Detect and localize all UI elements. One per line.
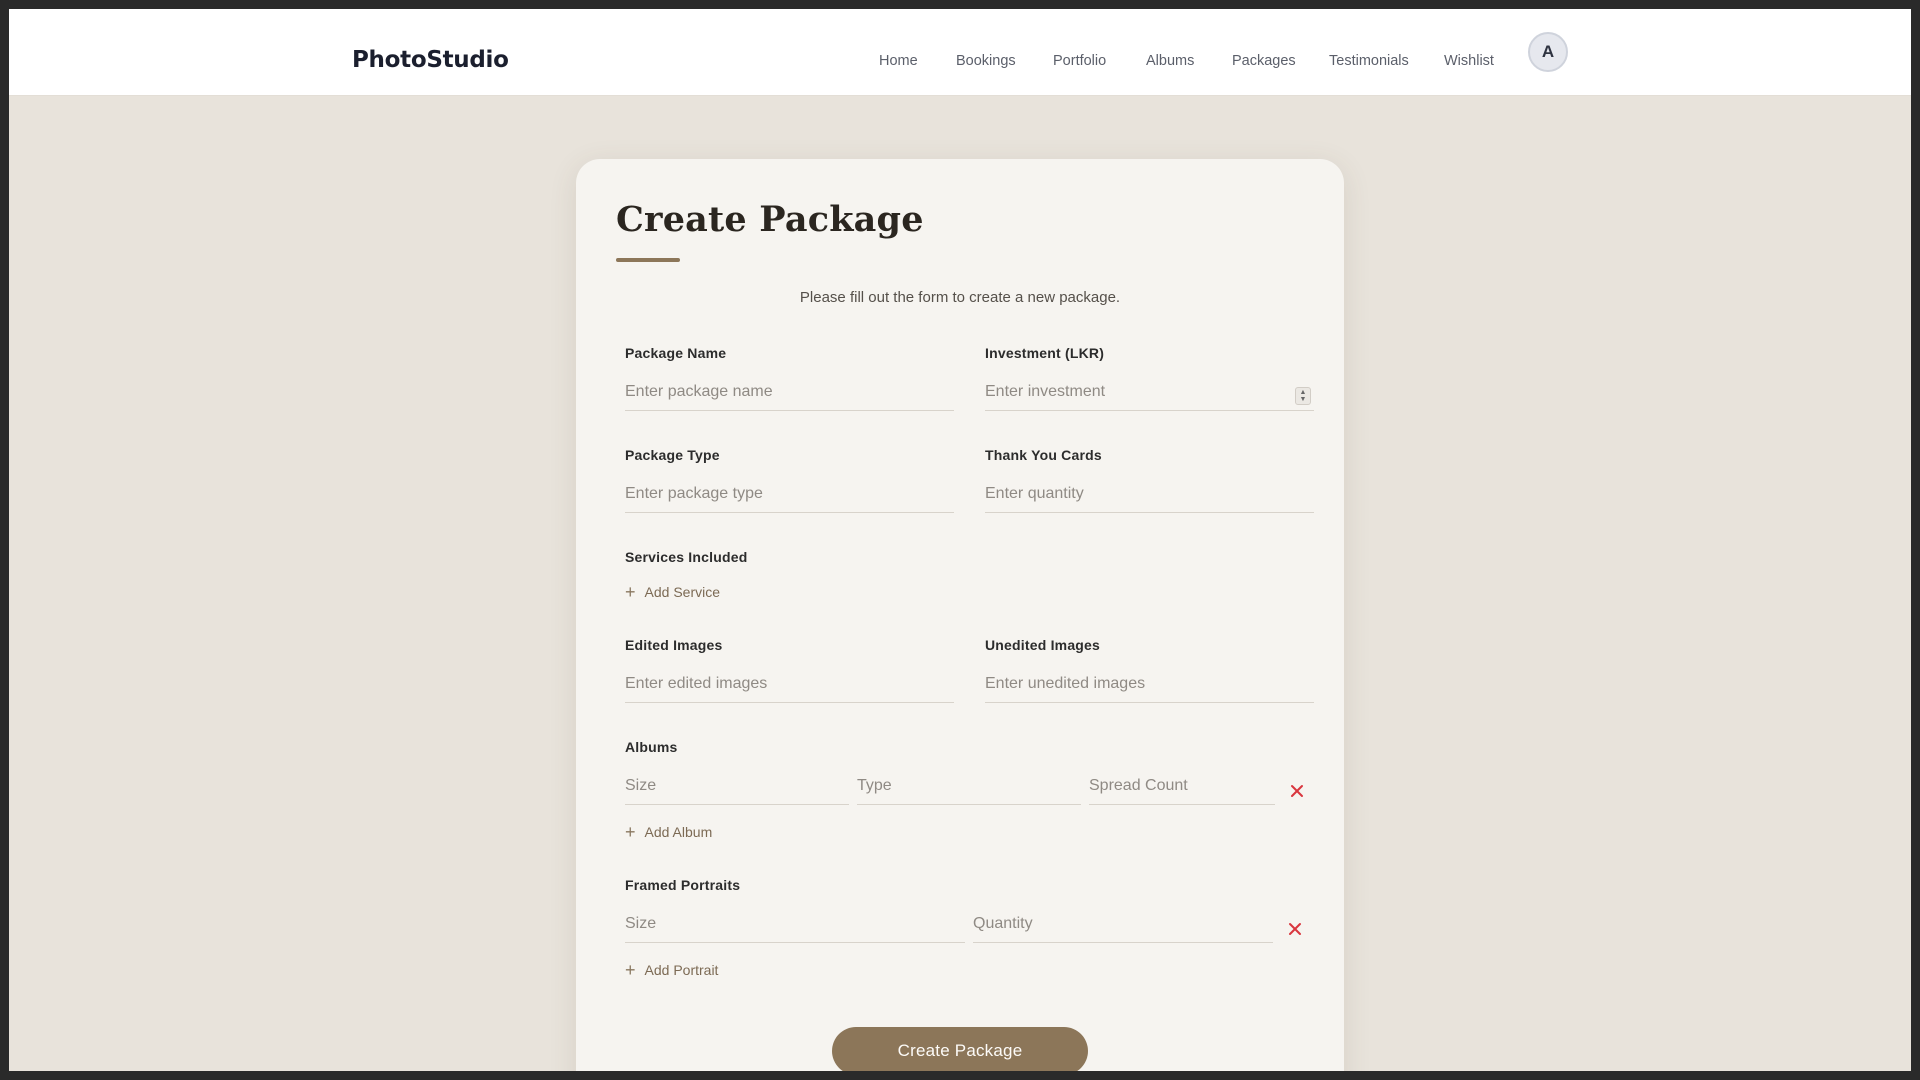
album-size-input[interactable]: [625, 767, 849, 805]
user-avatar[interactable]: A: [1528, 32, 1568, 72]
nav-packages[interactable]: Packages: [1232, 53, 1296, 69]
add-portrait-button[interactable]: + Add Portrait: [625, 960, 719, 980]
top-navbar: PhotoStudio Home Bookings Portfolio Albu…: [9, 9, 1911, 96]
create-package-card: Create Package Please fill out the form …: [576, 159, 1344, 1071]
edited-images-input[interactable]: [625, 665, 954, 703]
brand-logo[interactable]: PhotoStudio: [352, 47, 509, 73]
thank-you-cards-input[interactable]: [985, 475, 1314, 513]
portraits-label: Framed Portraits: [625, 877, 741, 893]
close-icon: [1289, 923, 1301, 935]
unedited-images-input[interactable]: [985, 665, 1314, 703]
add-portrait-label: Add Portrait: [644, 962, 719, 978]
title-underline: [616, 258, 680, 262]
nav-albums[interactable]: Albums: [1146, 53, 1194, 69]
package-type-label: Package Type: [625, 447, 720, 463]
albums-label: Albums: [625, 739, 678, 755]
album-spread-count-input[interactable]: [1089, 767, 1275, 805]
album-type-input[interactable]: [857, 767, 1081, 805]
remove-album-button[interactable]: [1287, 781, 1307, 801]
nav-testimonials[interactable]: Testimonials: [1329, 53, 1409, 69]
number-spinner-icon[interactable]: ▲ ▼: [1295, 387, 1311, 405]
nav-bookings[interactable]: Bookings: [956, 53, 1016, 69]
plus-icon: +: [625, 582, 636, 602]
nav-home[interactable]: Home: [879, 53, 918, 69]
nav-portfolio[interactable]: Portfolio: [1053, 53, 1106, 69]
add-album-label: Add Album: [644, 824, 713, 840]
add-album-button[interactable]: + Add Album: [625, 822, 713, 842]
thank-you-cards-label: Thank You Cards: [985, 447, 1102, 463]
investment-label: Investment (LKR): [985, 345, 1105, 361]
edited-images-label: Edited Images: [625, 637, 723, 653]
portrait-quantity-input[interactable]: [973, 905, 1273, 943]
investment-input[interactable]: [985, 373, 1314, 411]
add-service-label: Add Service: [644, 584, 720, 600]
create-package-button[interactable]: Create Package: [832, 1027, 1088, 1071]
page-title: Create Package: [616, 199, 924, 240]
plus-icon: +: [625, 822, 636, 842]
form-subtitle: Please fill out the form to create a new…: [799, 289, 1121, 306]
portrait-size-input[interactable]: [625, 905, 965, 943]
package-type-input[interactable]: [625, 475, 954, 513]
plus-icon: +: [625, 960, 636, 980]
nav-wishlist[interactable]: Wishlist: [1444, 53, 1494, 69]
package-name-input[interactable]: [625, 373, 954, 411]
remove-portrait-button[interactable]: [1285, 919, 1305, 939]
app-window: PhotoStudio Home Bookings Portfolio Albu…: [9, 9, 1911, 1071]
close-icon: [1291, 785, 1303, 797]
services-label: Services Included: [625, 549, 748, 565]
unedited-images-label: Unedited Images: [985, 637, 1101, 653]
package-name-label: Package Name: [625, 345, 727, 361]
add-service-button[interactable]: + Add Service: [625, 582, 720, 602]
